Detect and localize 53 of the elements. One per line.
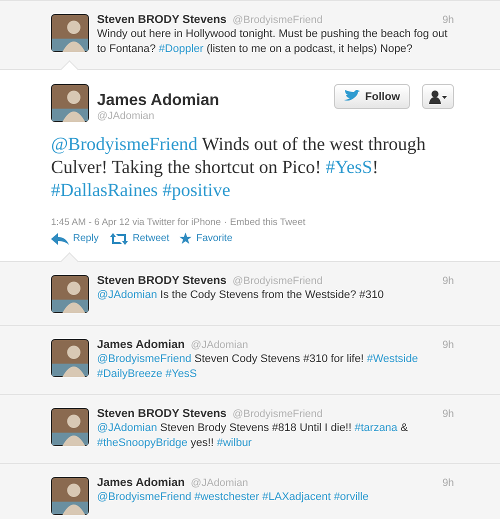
- tag-link[interactable]: @BrodyismeFriend: [97, 353, 192, 365]
- tag-link[interactable]: #Westside: [366, 353, 418, 365]
- tweet-time: 9h: [442, 275, 454, 287]
- user-name[interactable]: Steven BRODY Stevens: [97, 14, 227, 26]
- tag-link[interactable]: #orville: [334, 491, 369, 503]
- tag-link[interactable]: #westchester: [194, 491, 260, 503]
- tag-link[interactable]: @BrodyismeFriend: [97, 491, 192, 503]
- tweet-text: @JAdomian Is the Cody Stevens from the Westside? #310: [97, 288, 385, 303]
- tweet-time: 9h: [442, 14, 454, 26]
- tag-link[interactable]: @JAdomian: [97, 289, 158, 301]
- tweet-time: 9h: [442, 408, 454, 420]
- tag-link[interactable]: #theSnoopyBridge: [97, 437, 188, 449]
- user-name[interactable]: James Adomian: [97, 339, 185, 351]
- tag-link[interactable]: @JAdomian: [97, 422, 158, 434]
- tag-link[interactable]: #DallasRaines: [51, 181, 158, 201]
- tag-link[interactable]: #tarzana: [354, 422, 398, 434]
- tag-link[interactable]: #DailyBreeze: [97, 368, 162, 380]
- tag-link[interactable]: #wilbur: [216, 437, 252, 449]
- user-handle: @JAdomian: [190, 477, 248, 489]
- user-name[interactable]: Steven BRODY Stevens: [97, 275, 227, 287]
- tweet-time: 9h: [442, 339, 454, 351]
- tweet-text: Windy out here in Hollywood tonight. Must be pushing the beach fog out to Fontana? #Doppler (listen to me on a podcast, it helps) Nope?: [97, 27, 448, 57]
- user-handle: @JAdomian: [190, 339, 248, 351]
- tag-link[interactable]: #positive: [162, 181, 230, 201]
- reply-icon: [51, 232, 69, 244]
- tweet-timestamp: 1:45 AM - 6 Apr 12 via Twitter for iPhone: [51, 217, 221, 228]
- tweet-text: @BrodyismeFriend Winds out of the west through Culver! Taking the shortcut on Pico! #YesS! #DallasRaines #positive: [51, 134, 427, 203]
- tag-link[interactable]: #Doppler: [158, 43, 204, 55]
- user-name[interactable]: James Adomian: [97, 92, 326, 110]
- tag-link[interactable]: #YesS: [165, 368, 197, 380]
- separator-dot: ·: [224, 217, 228, 228]
- tweet-time: 9h: [442, 477, 454, 489]
- person-icon: [429, 90, 447, 104]
- user-handle: @BrodyismeFriend: [232, 408, 323, 420]
- user-name[interactable]: James Adomian: [97, 477, 185, 489]
- user-name[interactable]: Steven BRODY Stevens: [97, 408, 227, 420]
- user-menu-button[interactable]: [422, 84, 454, 109]
- tag-link[interactable]: #LAXadjacent: [262, 491, 331, 503]
- follow-button[interactable]: Follow: [334, 84, 410, 109]
- user-handle: @BrodyismeFriend: [232, 14, 323, 26]
- retweet-icon: [108, 232, 129, 244]
- bird-icon: [344, 90, 360, 103]
- favorite-link[interactable]: Favorite: [179, 232, 232, 245]
- tag-link[interactable]: #YesS: [326, 158, 372, 178]
- user-handle: @BrodyismeFriend: [232, 275, 323, 287]
- tweet-text: @JAdomian Steven Brody Stevens #818 Until I die!! #tarzana & #theSnoopyBridge yes!! #wilbur: [97, 421, 409, 451]
- star-icon: [179, 232, 192, 245]
- reply-link[interactable]: Reply: [51, 232, 99, 245]
- retweet-link[interactable]: Retweet: [108, 232, 170, 245]
- tag-link[interactable]: @BrodyismeFriend: [51, 135, 198, 155]
- tweet-text: @BrodyismeFriend Steven Cody Stevens #310 for life! #Westside #DailyBreeze #YesS: [97, 352, 419, 382]
- user-handle: @JAdomian: [97, 110, 156, 122]
- embed-link[interactable]: Embed this Tweet: [230, 217, 306, 228]
